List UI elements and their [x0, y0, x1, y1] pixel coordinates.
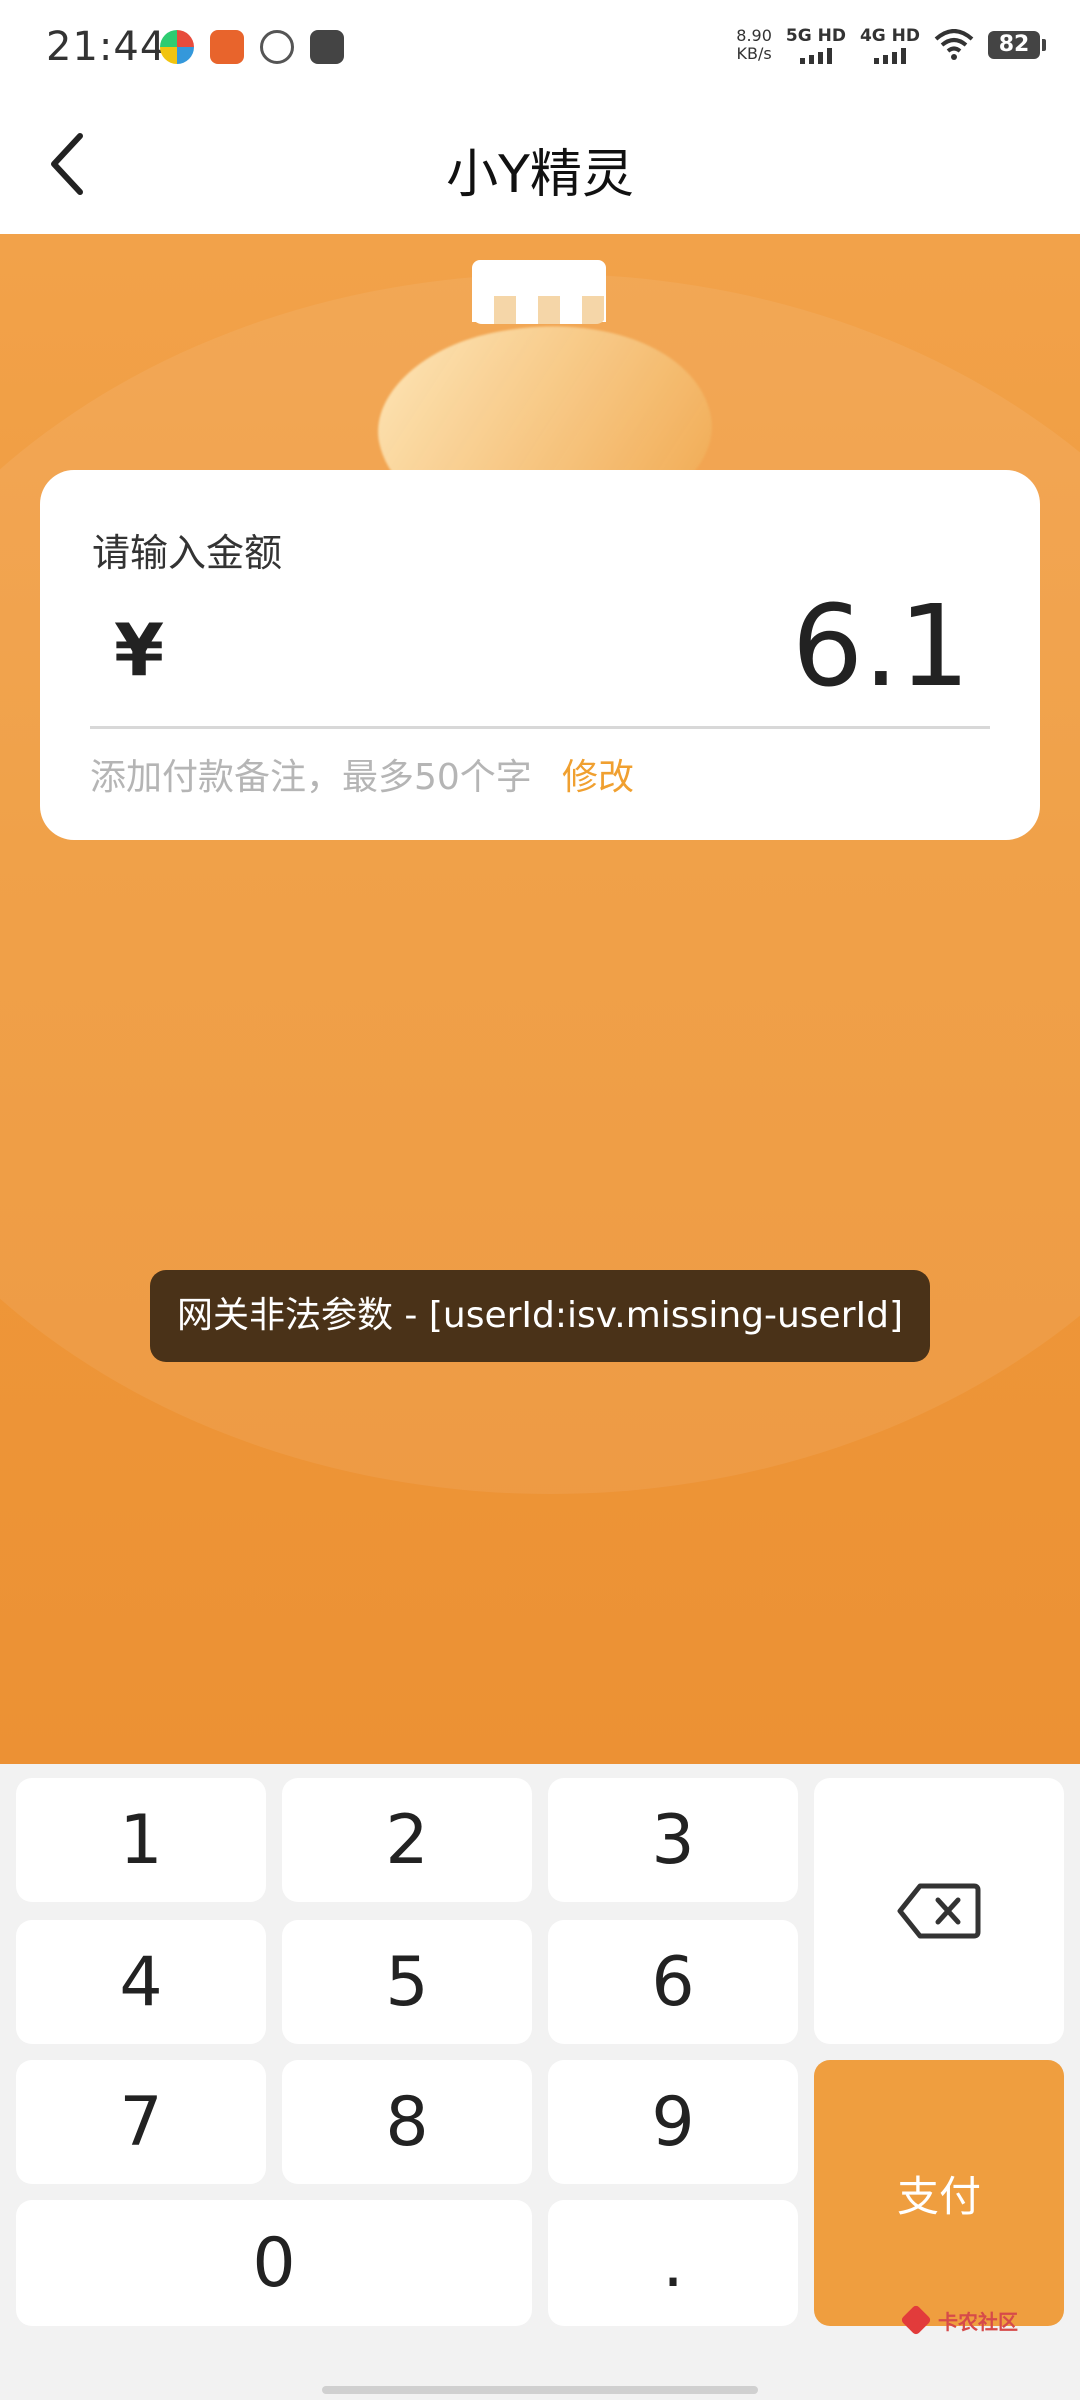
app-notification-icon — [310, 30, 344, 64]
status-bar: 21:44 8.90 KB/s 5G HD 4G HD 82 — [0, 0, 1080, 96]
key-0[interactable]: 0 — [16, 2200, 532, 2326]
notification-icons — [160, 30, 344, 64]
backspace-button[interactable] — [814, 1778, 1064, 2044]
error-toast: 网关非法参数 - [userId:isv.missing-userId] — [150, 1270, 930, 1362]
sim2-signal: 4G HD — [860, 26, 920, 64]
amount-card: 请输入金额 ¥ 6.1 添加付款备注，最多50个字 修改 — [40, 470, 1040, 840]
amount-divider — [90, 726, 990, 729]
nav-bar: 小Y精灵 — [0, 96, 1080, 234]
battery-icon: 82 — [988, 31, 1046, 59]
shop-awning-stripes — [472, 296, 606, 324]
page-title: 小Y精灵 — [446, 145, 634, 205]
app-notification-icon — [210, 30, 244, 64]
watermark: 卡农社区 — [900, 2304, 1018, 2336]
key-9[interactable]: 9 — [548, 2060, 798, 2184]
key-1[interactable]: 1 — [16, 1778, 266, 1902]
sim1-label: 5G HD — [785, 26, 846, 46]
remark-placeholder: 添加付款备注，最多50个字 — [90, 757, 532, 798]
signal-icon — [873, 48, 906, 64]
pay-button[interactable]: 支付 — [814, 2060, 1064, 2326]
signal-icon — [799, 48, 832, 64]
key-4[interactable]: 4 — [16, 1920, 266, 2044]
net-speed-unit: KB/s — [736, 44, 772, 63]
backspace-icon — [897, 1883, 981, 1939]
app-notification-icon — [160, 30, 194, 64]
app-notification-icon — [260, 30, 294, 64]
modify-remark-link[interactable]: 修改 — [562, 748, 634, 800]
currency-symbol: ¥ — [114, 608, 165, 692]
watermark-text: 卡农社区 — [938, 2309, 1018, 2334]
hero-background — [0, 234, 1080, 1764]
key-3[interactable]: 3 — [548, 1778, 798, 1902]
wifi-icon — [934, 29, 974, 60]
key-2[interactable]: 2 — [282, 1778, 532, 1902]
sim2-label: 4G HD — [859, 26, 920, 46]
key-6[interactable]: 6 — [548, 1920, 798, 2044]
key-8[interactable]: 8 — [282, 2060, 532, 2184]
net-speed: 8.90 KB/s — [736, 27, 772, 63]
status-time: 21:44 — [46, 24, 167, 70]
net-speed-value: 8.90 — [736, 26, 772, 45]
watermark-logo-icon — [900, 2304, 932, 2336]
home-indicator[interactable] — [322, 2386, 758, 2394]
amount-input[interactable]: 6.1 — [792, 582, 970, 712]
key-7[interactable]: 7 — [16, 2060, 266, 2184]
status-indicators: 8.90 KB/s 5G HD 4G HD 82 — [736, 26, 1046, 64]
amount-label: 请输入金额 — [92, 531, 283, 575]
key-5[interactable]: 5 — [282, 1920, 532, 2044]
sim1-signal: 5G HD — [786, 26, 846, 64]
key-dot[interactable]: . — [548, 2200, 798, 2326]
